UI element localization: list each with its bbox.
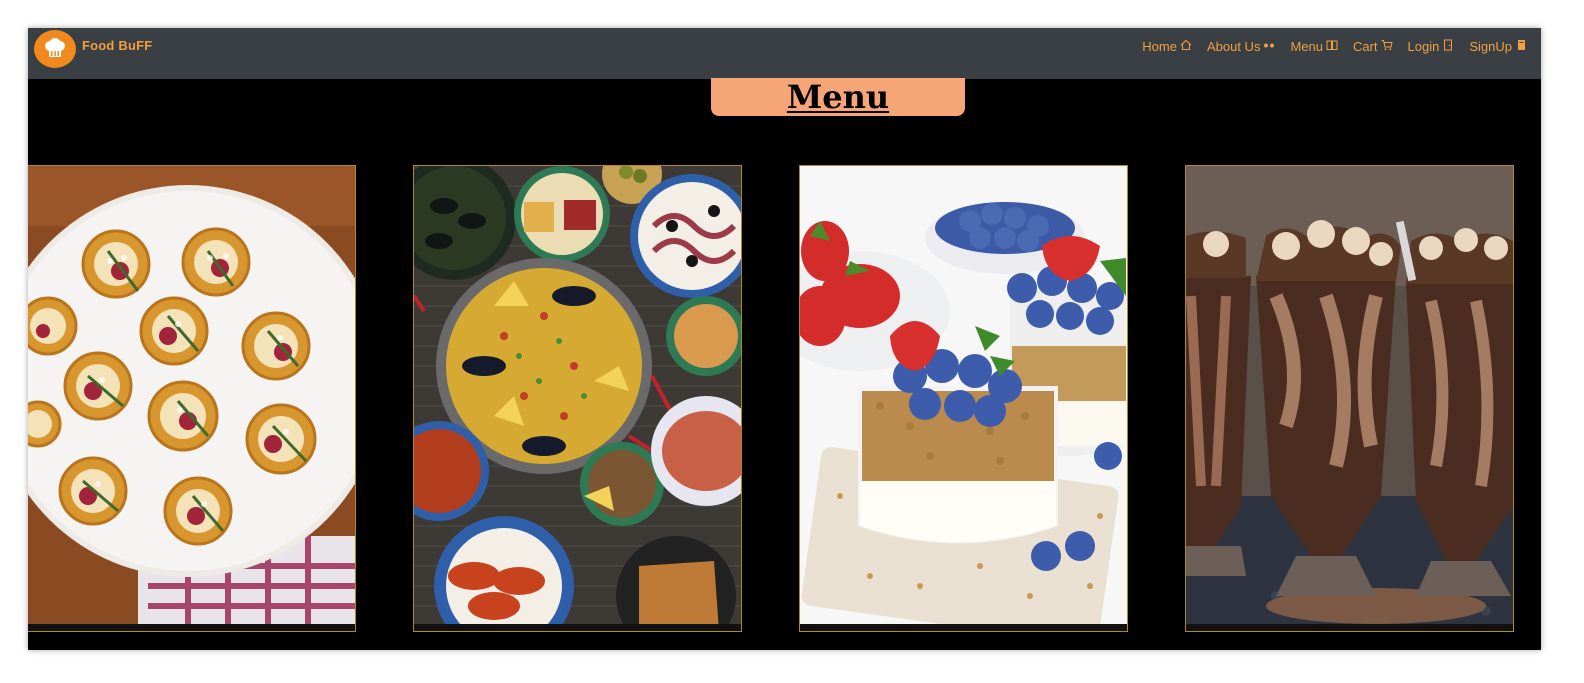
nav-item-label: Cart	[1352, 39, 1378, 54]
nav-item-menu[interactable]: Menu	[1290, 39, 1338, 54]
card-footer	[1186, 624, 1513, 631]
menu-card-appetizers[interactable]	[28, 165, 356, 632]
page-title: Menu	[786, 78, 890, 116]
dots-icon	[1263, 39, 1275, 54]
brand-name[interactable]: Food BuFF	[82, 38, 152, 53]
page-frame: Food BuFF Home About Us Menu Cart Login …	[28, 28, 1541, 650]
book-icon	[1326, 39, 1338, 54]
menu-card-drinks[interactable]	[1185, 165, 1514, 632]
appetizer-tarts-image	[28, 166, 355, 631]
berry-parfait-image	[800, 166, 1127, 631]
card-footer	[800, 624, 1127, 631]
nav-item-label: Home	[1142, 39, 1177, 54]
navbar: Food BuFF Home About Us Menu Cart Login …	[28, 28, 1541, 79]
nav-item-label: Login	[1407, 39, 1440, 54]
nav-links: Home About Us Menu Cart Login SignUp	[1142, 39, 1527, 54]
nav-item-label: Menu	[1290, 39, 1323, 54]
nav-item-about[interactable]: About Us	[1207, 39, 1275, 54]
home-icon	[1180, 39, 1192, 54]
nav-item-label: About Us	[1206, 39, 1261, 54]
card-footer	[28, 624, 355, 631]
card-footer	[414, 624, 741, 631]
nav-item-login[interactable]: Login	[1408, 39, 1455, 54]
menu-card-desserts[interactable]	[799, 165, 1128, 632]
nav-item-label: SignUp	[1469, 39, 1512, 54]
chef-hat-icon[interactable]	[34, 30, 76, 68]
nav-item-cart[interactable]: Cart	[1353, 39, 1393, 54]
cart-icon	[1381, 39, 1393, 54]
door-icon	[1442, 39, 1454, 54]
menu-card-tapas[interactable]	[413, 165, 742, 632]
menu-heading: Menu	[711, 78, 965, 116]
spanish-tapas-image	[414, 166, 741, 631]
nav-item-home[interactable]: Home	[1142, 39, 1192, 54]
chocolate-milkshake-image	[1186, 166, 1513, 631]
nav-item-signup[interactable]: SignUp	[1469, 39, 1527, 54]
signup-icon	[1515, 39, 1527, 54]
